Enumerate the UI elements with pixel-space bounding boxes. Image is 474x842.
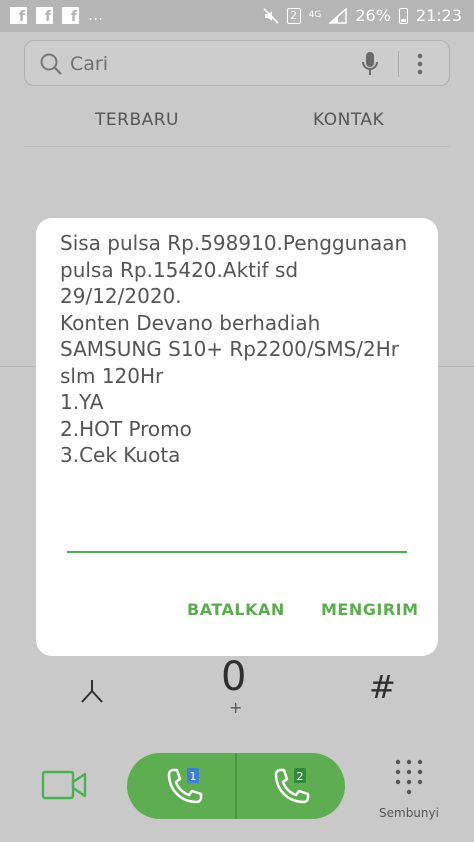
call-sim1-button[interactable]: 1 bbox=[163, 766, 205, 812]
call-button-separator bbox=[235, 753, 237, 819]
dialpad-grid-icon[interactable] bbox=[393, 758, 425, 798]
ussd-message: Sisa pulsa Rp.598910.Penggunaan pulsa Rp… bbox=[60, 231, 408, 467]
facebook-icon: f bbox=[62, 7, 79, 24]
tab-bar: TERBARU KONTAK bbox=[0, 110, 474, 146]
search-bar[interactable]: Cari bbox=[24, 40, 450, 86]
key-hash[interactable]: # bbox=[369, 668, 396, 706]
search-input[interactable]: Cari bbox=[70, 53, 108, 75]
tab-recent[interactable]: TERBARU bbox=[95, 110, 179, 130]
system-icons: 2 4G 26% 21:23 bbox=[263, 6, 462, 25]
facebook-icon: f bbox=[36, 7, 53, 24]
signal-icon bbox=[329, 7, 348, 24]
key-zero[interactable]: 0 bbox=[221, 654, 246, 700]
tab-divider bbox=[24, 146, 450, 147]
search-divider bbox=[398, 51, 399, 77]
tab-contacts[interactable]: KONTAK bbox=[313, 110, 384, 130]
clock: 21:23 bbox=[415, 6, 462, 25]
mute-icon bbox=[263, 7, 279, 24]
notification-icons: f f f ... bbox=[10, 5, 104, 24]
key-zero-plus: + bbox=[229, 698, 243, 717]
battery-percent: 26% bbox=[355, 6, 391, 25]
microphone-icon[interactable] bbox=[361, 50, 379, 78]
more-notifications: ... bbox=[88, 5, 104, 24]
sim-indicator: 2 bbox=[286, 7, 301, 24]
battery-icon bbox=[398, 7, 408, 24]
call-sim2-button[interactable]: 2 bbox=[270, 766, 312, 812]
sim2-label: 2 bbox=[297, 770, 304, 783]
search-icon bbox=[40, 53, 62, 75]
phone-sim1-icon: 1 bbox=[167, 768, 203, 804]
more-vertical-icon[interactable] bbox=[414, 51, 426, 77]
facebook-icon: f bbox=[10, 7, 27, 24]
phone-sim2-icon: 2 bbox=[274, 768, 310, 804]
network-type: 4G bbox=[308, 10, 322, 20]
cancel-button[interactable]: BATALKAN bbox=[187, 600, 285, 619]
key-star[interactable]: * bbox=[79, 668, 105, 714]
sim1-label: 1 bbox=[190, 770, 197, 783]
status-bar: f f f ... 2 4G 26% 21:23 bbox=[0, 0, 474, 32]
send-button[interactable]: MENGIRIM bbox=[321, 600, 419, 619]
asterisk-icon bbox=[81, 680, 103, 703]
hide-dialpad-label[interactable]: Sembunyi bbox=[379, 806, 439, 820]
ussd-dialog: Sisa pulsa Rp.598910.Penggunaan pulsa Rp… bbox=[36, 218, 438, 656]
video-call-icon[interactable] bbox=[41, 769, 87, 801]
call-button-group: 1 2 bbox=[127, 753, 345, 819]
reply-input[interactable] bbox=[67, 551, 407, 553]
